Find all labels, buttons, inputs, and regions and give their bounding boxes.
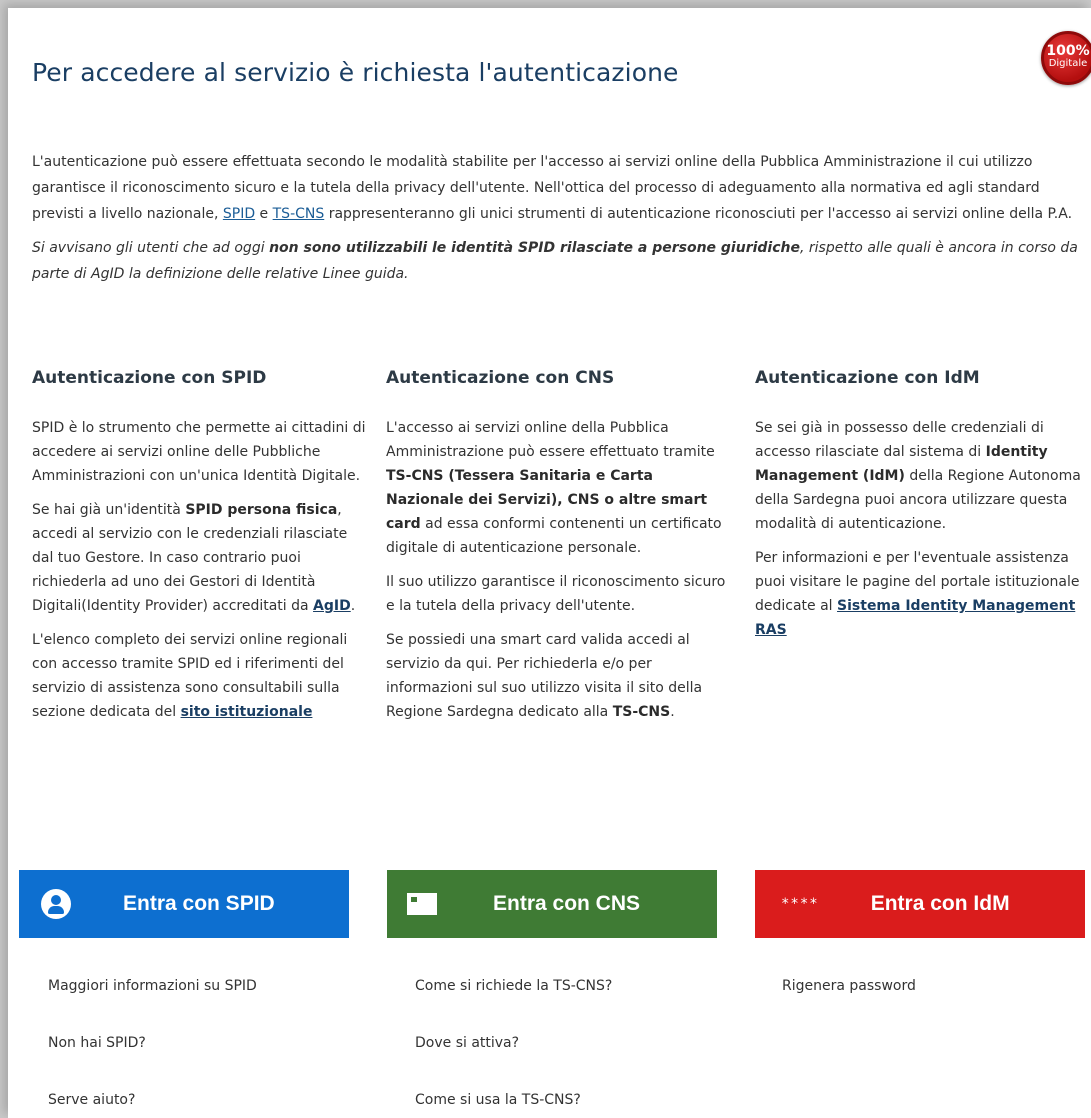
entra-idm-button[interactable]: **** Entra con IdM <box>755 870 1085 938</box>
entra-spid-label: Entra con SPID <box>123 892 275 915</box>
spid-intro-link[interactable]: SPID <box>223 206 255 222</box>
entra-idm-label: Entra con IdM <box>870 892 1010 915</box>
entra-cns-button[interactable]: Entra con CNS <box>387 870 717 938</box>
badge-percent: 100% <box>1046 43 1090 59</box>
intro-text-part: rappresenteranno gli unici strumenti di … <box>324 206 1073 222</box>
intro-paragraph: L'autenticazione può essere effettuata s… <box>32 149 1091 227</box>
spid-info-link[interactable]: Maggiori informazioni su SPID <box>48 958 257 1015</box>
text-part: Se hai già un'identità <box>32 502 186 518</box>
idm-info: Per informazioni e per l'eventuale assis… <box>755 546 1091 642</box>
password-stars-icon: **** <box>781 896 819 912</box>
spid-description: SPID è lo strumento che permette ai citt… <box>32 420 366 484</box>
text-part: . <box>350 598 356 614</box>
text-part: , accedi al servizio con le credenziali … <box>32 502 348 614</box>
cns-column: Autenticazione con CNS L'accesso ai serv… <box>386 366 726 734</box>
intro-text-part: e <box>255 206 273 222</box>
spid-links: Maggiori informazioni su SPID Non hai SP… <box>48 958 257 1118</box>
cns-links: Come si richiede la TS-CNS? Dove si atti… <box>415 958 612 1118</box>
tscns-intro-link[interactable]: TS-CNS <box>273 206 325 222</box>
notice-text-part: Si avvisano gli utenti che ad oggi <box>32 240 270 256</box>
digitale-badge-icon: 100% Digitale <box>1041 31 1091 85</box>
agid-link[interactable]: AgID <box>313 598 351 614</box>
cns-request-link[interactable]: Come si richiede la TS-CNS? <box>415 958 612 1015</box>
page-frame: Per accedere al servizio è richiesta l'a… <box>8 8 1091 1118</box>
idm-heading: Autenticazione con IdM <box>755 368 980 388</box>
spid-column: Autenticazione con SPID SPID è lo strume… <box>32 366 372 734</box>
cns-privacy: Il suo utilizzo garantisce il riconoscim… <box>386 574 726 614</box>
idm-column: Autenticazione con IdM Se sei già in pos… <box>755 366 1091 652</box>
cns-description: L'accesso ai servizi online della Pubbli… <box>386 416 726 560</box>
spid-info: Se hai già un'identità SPID persona fisi… <box>32 498 372 618</box>
smart-card-icon <box>407 893 437 915</box>
no-spid-link[interactable]: Non hai SPID? <box>48 1015 257 1072</box>
cns-heading: Autenticazione con CNS <box>386 368 615 388</box>
intro-notice: Si avvisano gli utenti che ad oggi non s… <box>32 235 1091 287</box>
idm-links: Rigenera password <box>782 958 916 1015</box>
regenerate-password-link[interactable]: Rigenera password <box>782 958 916 1015</box>
notice-bold: non sono utilizzabili le identità SPID r… <box>269 240 800 256</box>
entra-spid-button[interactable]: Entra con SPID <box>19 870 349 938</box>
cns-info: Se possiedi una smart card valida accedi… <box>386 628 726 724</box>
intro-text: L'autenticazione può essere effettuata s… <box>32 149 1091 295</box>
page-title: Per accedere al servizio è richiesta l'a… <box>32 58 679 87</box>
text-part: ad essa conformi contenenti un certifica… <box>386 516 722 556</box>
spid-help-link[interactable]: Serve aiuto? <box>48 1072 257 1118</box>
text-bold: TS-CNS <box>612 704 671 720</box>
badge-label: Digitale <box>1048 58 1088 69</box>
text-bold: SPID persona fisica <box>185 502 338 518</box>
text-part: . <box>670 704 675 720</box>
spid-services-info: L'elenco completo dei servizi online reg… <box>32 628 372 724</box>
cns-activate-link[interactable]: Dove si attiva? <box>415 1015 612 1072</box>
entra-cns-label: Entra con CNS <box>493 892 641 915</box>
user-icon <box>41 889 71 919</box>
text-part: L'accesso ai servizi online della Pubbli… <box>386 420 715 460</box>
spid-heading: Autenticazione con SPID <box>32 368 267 388</box>
sito-istituzionale-link[interactable]: sito istituzionale <box>181 704 313 720</box>
idm-description: Se sei già in possesso delle credenziali… <box>755 416 1091 536</box>
cns-usage-link[interactable]: Come si usa la TS-CNS? <box>415 1072 612 1118</box>
